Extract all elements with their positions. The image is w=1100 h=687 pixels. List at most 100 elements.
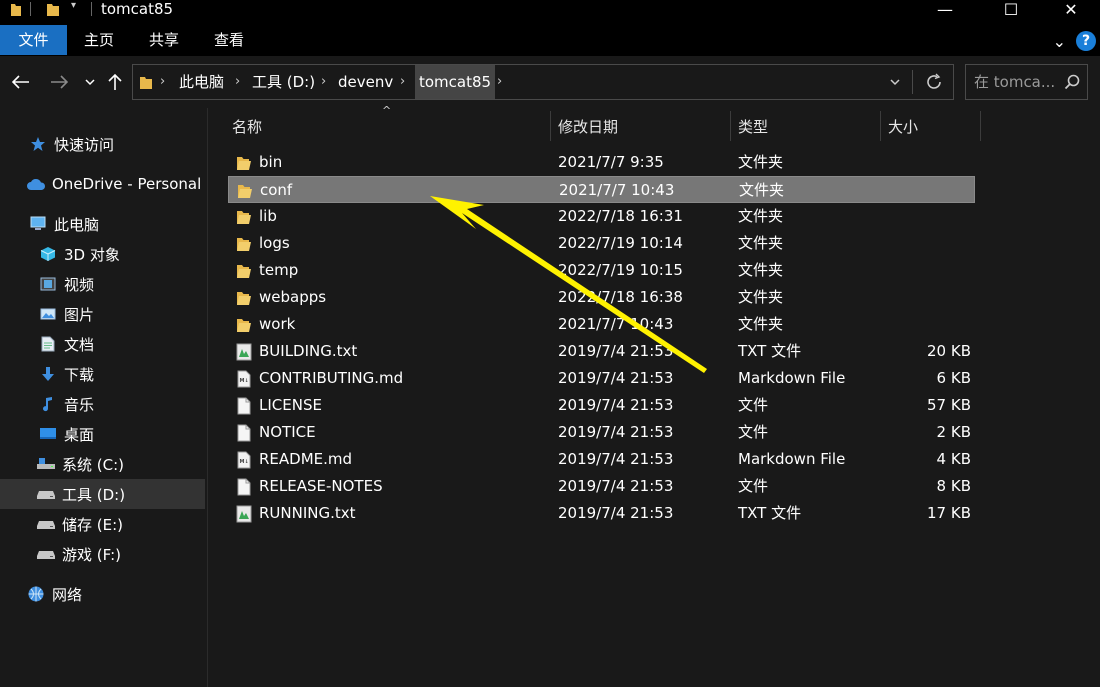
sidebar-item-this-pc[interactable]: 此电脑	[0, 209, 205, 239]
table-row[interactable]: M↓ README.md 2019/7/4 21:53 Markdown File 4 …	[228, 446, 975, 473]
column-header-type[interactable]: 类型	[738, 111, 768, 143]
column-header-name[interactable]: 名称	[232, 111, 262, 143]
table-row[interactable]: logs 2022/7/19 10:14 文件夹	[228, 230, 975, 257]
column-header-modified[interactable]: 修改日期	[558, 111, 618, 143]
search-input[interactable]	[974, 65, 1064, 99]
address-bar[interactable]: › 此电脑 › 工具 (D:) › devenv › tomcat85 ›	[132, 64, 954, 100]
sidebar-item-label: 桌面	[64, 425, 95, 444]
recent-locations-button[interactable]	[79, 70, 101, 94]
table-row[interactable]: M↓ CONTRIBUTING.md 2019/7/4 21:53 Markdown …	[228, 365, 975, 392]
file-size: 20 KB	[927, 342, 971, 360]
folder-icon	[235, 262, 253, 280]
back-button[interactable]	[10, 70, 32, 94]
sidebar-item-label: 快速访问	[54, 135, 115, 154]
sidebar-item-label: 文档	[64, 335, 95, 354]
file-size: 2 KB	[936, 423, 971, 441]
file-modified: 2021/7/7 10:43	[559, 181, 675, 199]
breadcrumb-tomcat85[interactable]: tomcat85	[415, 65, 496, 99]
file-modified: 2022/7/18 16:31	[558, 207, 683, 225]
table-row[interactable]: work 2021/7/7 10:43 文件夹	[228, 311, 975, 338]
quick-folder-icon[interactable]	[46, 1, 60, 17]
folder-icon	[235, 154, 253, 172]
folder-icon	[236, 182, 254, 200]
breadcrumb-chevron[interactable]: ›	[400, 65, 405, 99]
search-icon[interactable]	[1064, 74, 1080, 90]
sidebar-item-downloads[interactable]: 下载	[0, 359, 205, 389]
sidebar-item-3d-objects[interactable]: 3D 对象	[0, 239, 205, 269]
table-row[interactable]: RUNNING.txt 2019/7/4 21:53 TXT 文件 17 KB	[228, 500, 975, 527]
sidebar-item-videos[interactable]: 视频	[0, 269, 205, 299]
star-icon	[28, 134, 48, 154]
file-size	[881, 257, 971, 284]
address-dropdown-icon[interactable]	[890, 78, 900, 86]
breadcrumb-chevron[interactable]: ›	[160, 65, 165, 99]
refresh-icon[interactable]	[925, 73, 943, 91]
folder-icon	[235, 316, 253, 334]
breadcrumb-this-pc[interactable]: 此电脑	[179, 65, 224, 99]
breadcrumb-devenv[interactable]: devenv	[338, 65, 393, 99]
sidebar-item-label: 视频	[64, 275, 95, 294]
minimize-button[interactable]: —	[922, 0, 968, 19]
drive-icon	[36, 514, 56, 534]
column-separator[interactable]	[980, 111, 981, 141]
chevron-down-icon	[85, 79, 95, 86]
file-type: 文件	[738, 423, 769, 441]
table-row[interactable]: LICENSE 2019/7/4 21:53 文件 57 KB	[228, 392, 975, 419]
file-name: README.md	[259, 450, 353, 468]
sidebar-item-music[interactable]: 音乐	[0, 389, 205, 419]
breadcrumb-chevron[interactable]: ›	[235, 65, 240, 99]
sidebar-item-network[interactable]: 网络	[0, 579, 205, 609]
sidebar-item-onedrive[interactable]: OneDrive - Personal	[0, 169, 205, 199]
table-row[interactable]: lib 2022/7/18 16:31 文件夹	[228, 203, 975, 230]
column-separator[interactable]	[550, 111, 551, 141]
table-row[interactable]: webapps 2022/7/18 16:38 文件夹	[228, 284, 975, 311]
computer-icon	[28, 214, 48, 234]
breadcrumb-chevron[interactable]: ›	[497, 65, 502, 99]
tab-home[interactable]: 主页	[72, 25, 126, 55]
picture-icon	[38, 304, 58, 324]
table-row[interactable]: bin 2021/7/7 9:35 文件夹	[228, 149, 975, 176]
file-name: RUNNING.txt	[259, 504, 356, 522]
sidebar-item-drive-f[interactable]: 游戏 (F:)	[0, 539, 205, 569]
file-name: LICENSE	[259, 396, 322, 414]
table-row[interactable]: RELEASE-NOTES 2019/7/4 21:53 文件 8 KB	[228, 473, 975, 500]
svg-text:M↓: M↓	[240, 378, 249, 384]
sidebar-item-drive-c[interactable]: 系统 (C:)	[0, 449, 205, 479]
tab-view[interactable]: 查看	[202, 25, 256, 55]
folder-icon	[235, 208, 253, 226]
sidebar-item-drive-e[interactable]: 储存 (E:)	[0, 509, 205, 539]
sidebar-item-drive-d[interactable]: 工具 (D:)	[0, 479, 205, 509]
file-name: bin	[259, 153, 283, 171]
navigation-bar: › 此电脑 › 工具 (D:) › devenv › tomcat85 ›	[0, 56, 1100, 108]
help-icon[interactable]: ?	[1076, 31, 1096, 51]
file-modified: 2019/7/4 21:53	[558, 369, 674, 387]
column-separator[interactable]	[880, 111, 881, 141]
sidebar-item-label: 图片	[64, 305, 95, 324]
folder-icon	[235, 235, 253, 253]
sidebar-item-pictures[interactable]: 图片	[0, 299, 205, 329]
file-type: 文件夹	[738, 153, 784, 171]
drive-icon	[36, 544, 56, 564]
tab-file[interactable]: 文件	[0, 25, 67, 55]
forward-button[interactable]	[48, 70, 70, 94]
sidebar-item-desktop[interactable]: 桌面	[0, 419, 205, 449]
table-row[interactable]: NOTICE 2019/7/4 21:53 文件 2 KB	[228, 419, 975, 446]
column-separator[interactable]	[730, 111, 731, 141]
sidebar-item-quick-access[interactable]: 快速访问	[0, 129, 205, 159]
maximize-button[interactable]: ☐	[988, 0, 1034, 19]
breadcrumb-drive-d[interactable]: 工具 (D:)	[252, 65, 315, 99]
table-row[interactable]: conf 2021/7/7 10:43 文件夹	[228, 176, 975, 203]
file-type: 文件夹	[738, 315, 784, 333]
file-size	[881, 284, 971, 311]
quick-access-dropdown-icon[interactable]: ▾	[71, 0, 76, 11]
column-header-size[interactable]: 大小	[888, 111, 918, 143]
breadcrumb-chevron[interactable]: ›	[321, 65, 326, 99]
expand-ribbon-icon[interactable]: ⌄	[1053, 32, 1066, 51]
table-row[interactable]: temp 2022/7/19 10:15 文件夹	[228, 257, 975, 284]
sidebar-item-documents[interactable]: 文档	[0, 329, 205, 359]
up-button[interactable]	[104, 70, 126, 94]
tab-share[interactable]: 共享	[137, 25, 191, 55]
close-button[interactable]: ✕	[1048, 0, 1094, 19]
video-icon	[38, 274, 58, 294]
table-row[interactable]: BUILDING.txt 2019/7/4 21:53 TXT 文件 20 KB	[228, 338, 975, 365]
